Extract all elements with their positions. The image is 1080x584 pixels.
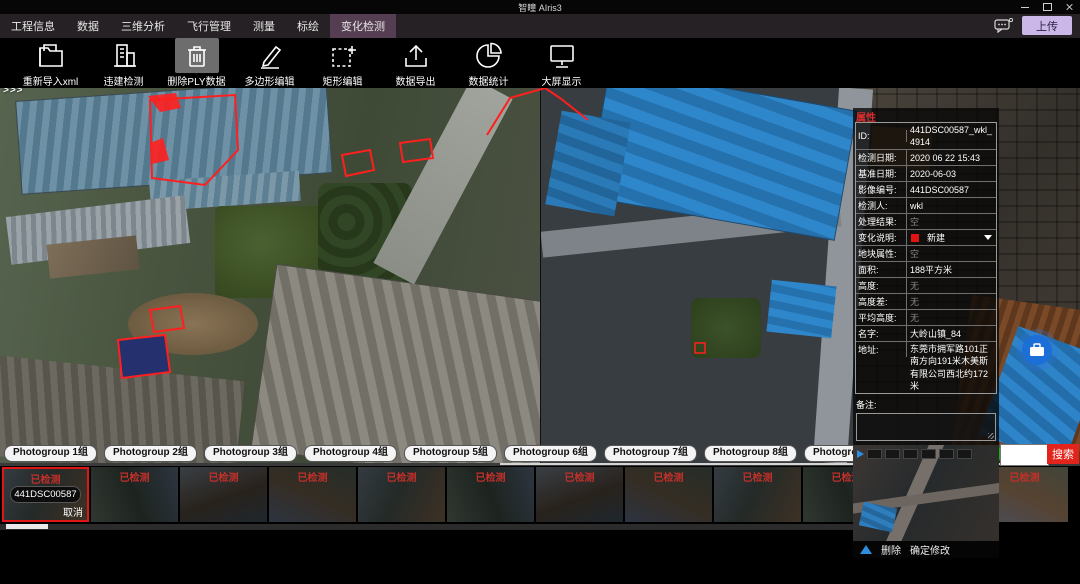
field-change-type-value: 新建 [927,231,945,244]
tab-photogroup-3[interactable]: Photogroup 3组 [204,445,297,462]
thumbnail[interactable]: 已检测 [91,467,178,522]
close-icon [1065,3,1073,11]
window-title: 智瞳 AIris3 [518,1,562,14]
rectangle-edit-button[interactable]: 矩形编辑 [306,38,379,88]
toolbar: 重新导入xml 违建检测 删除PLY数据 多边形编辑 [0,38,1080,88]
dropdown-caret-icon [984,235,992,240]
thumbnail[interactable]: 已检测 [714,467,801,522]
mini-toolbar-button[interactable] [885,449,900,459]
field-parcel-attr-value: 空 [907,247,996,261]
menu-item-3d-analysis[interactable]: 三维分析 [110,14,176,38]
search-button[interactable]: 搜索 [1047,444,1079,464]
menu-item-change-detection[interactable]: 变化检测 [330,14,396,38]
panel-confirm-button[interactable]: 确定修改 [910,542,950,557]
view-arrows-indicator: >>> [3,88,24,96]
play-icon[interactable] [857,450,864,458]
export-arrow-icon [401,42,431,70]
field-address-value: 东莞市拥军路101正南方向191米木美斯有限公司西北约172米 [907,342,996,393]
upload-button[interactable]: 上传 [1022,16,1072,35]
delete-ply-data-button[interactable]: 删除PLY数据 [160,38,233,88]
remark-textarea[interactable] [856,413,996,441]
panel-title: 属性 [853,108,999,122]
field-area-value: 188平方米 [907,263,996,277]
right-ortho-map-view[interactable] [540,88,1080,463]
thumbnail[interactable]: 已检测 [536,467,623,522]
field-detect-date-value: 2020 06 22 15:43 [907,151,996,165]
change-type-dropdown[interactable]: 变化说明: 新建 [856,230,996,246]
tab-photogroup-1[interactable]: Photogroup 1组 [4,445,97,462]
change-type-color-swatch [911,234,919,242]
field-name-value: 大岭山镇_84 [907,327,996,341]
data-statistics-button[interactable]: 数据统计 [452,38,525,88]
monitor-icon [547,42,577,70]
reimport-xml-button[interactable]: 重新导入xml [14,38,87,88]
mini-toolbar-button[interactable] [867,449,882,459]
field-process-result-value: 空 [907,215,996,229]
thumbnail-scrollbar[interactable] [0,524,858,530]
close-button[interactable] [1058,0,1080,14]
mini-toolbar-button[interactable] [903,449,918,459]
tab-photogroup-6[interactable]: Photogroup 6组 [504,445,597,462]
pie-chart-icon [474,42,504,70]
pencil-icon [255,42,285,70]
thumbnail-code-badge: 441DSC00587 [10,486,81,503]
menu-item-project-info[interactable]: 工程信息 [0,14,66,38]
menu-item-flight-management[interactable]: 飞行管理 [176,14,242,38]
app-window: 智瞳 AIris3 工程信息 数据 三维分析 飞行管理 测量 标绘 变化检测 上… [0,0,1080,584]
building-icon [109,42,139,70]
field-avg-height-value: 无 [907,311,996,325]
briefcase-icon [1029,343,1045,357]
tab-photogroup-8[interactable]: Photogroup 8组 [704,445,797,462]
mini-map-toolbar [853,448,999,460]
detail-panel: 属性 ID:441DSC00587_wkl_4914 检测日期:2020 06 … [853,108,999,558]
attribute-table: ID:441DSC00587_wkl_4914 检测日期:2020 06 22 … [855,122,997,394]
big-screen-display-button[interactable]: 大屏显示 [525,38,598,88]
field-height-diff-value: 无 [907,295,996,309]
menu-item-data[interactable]: 数据 [66,14,110,38]
restore-button[interactable] [1036,0,1058,14]
illegal-building-detect-button[interactable]: 违建检测 [87,38,160,88]
tab-photogroup-7[interactable]: Photogroup 7组 [604,445,697,462]
thumbnail-selected[interactable]: 已检测 441DSC00587 取消 [2,467,89,522]
cancel-selection-button[interactable]: 取消 [63,504,83,519]
chat-bubble-icon [994,18,1014,34]
field-base-date-value: 2020-06-03 [907,167,996,181]
minimize-icon [1021,7,1029,8]
thumbnail[interactable]: 已检测 [180,467,267,522]
field-id-value: 441DSC00587_wkl_4914 [907,123,996,149]
floating-action-button[interactable] [1022,335,1052,365]
panel-delete-button[interactable]: 删除 [881,542,901,557]
menu-bar: 工程信息 数据 三维分析 飞行管理 测量 标绘 变化检测 上传 [0,14,1080,38]
thumbnail[interactable]: 已检测 [447,467,534,522]
menu-item-plot[interactable]: 标绘 [286,14,330,38]
mini-toolbar-button[interactable] [957,449,972,459]
data-export-button[interactable]: 数据导出 [379,38,452,88]
mini-map-preview[interactable] [853,445,999,541]
tab-photogroup-4[interactable]: Photogroup 4组 [304,445,397,462]
tab-photogroup-2[interactable]: Photogroup 2组 [104,445,197,462]
title-bar: 智瞳 AIris3 [0,0,1080,14]
polygon-edit-button[interactable]: 多边形编辑 [233,38,306,88]
rect-select-icon [328,42,358,70]
restore-icon [1043,3,1052,11]
marker-triangle-icon [860,545,872,554]
search-input[interactable] [1000,444,1049,466]
field-height-value: 无 [907,279,996,293]
message-button[interactable] [994,18,1014,34]
field-detector-value: wkl [907,199,996,213]
minimize-button[interactable] [1014,0,1036,14]
mini-toolbar-button[interactable] [939,449,954,459]
tab-photogroup-5[interactable]: Photogroup 5组 [404,445,497,462]
thumbnail[interactable]: 已检测 [269,467,356,522]
left-3d-map-view[interactable]: >>> [0,88,540,463]
panel-actions: 删除 确定修改 [853,541,999,558]
thumbnail[interactable]: 已检测 [625,467,712,522]
thumbnail[interactable]: 已检测 [358,467,445,522]
trash-icon [182,42,212,70]
field-image-no-value: 441DSC00587 [907,183,996,197]
folder-icon [36,42,66,70]
menu-item-measure[interactable]: 测量 [242,14,286,38]
mini-toolbar-button[interactable] [921,449,936,459]
remark-label: 备注: [853,394,999,413]
